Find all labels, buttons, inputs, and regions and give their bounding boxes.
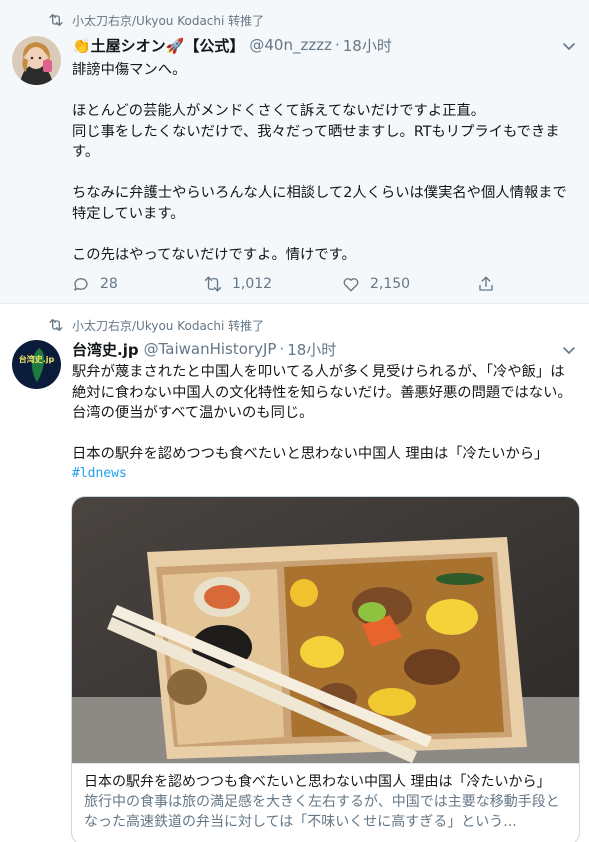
retweet-icon (49, 318, 63, 331)
share-button[interactable] (477, 275, 505, 293)
card-description: 旅行中の食事は旅の満足感を大きく左右するが、中国では主要な移動手段となった高速鉄… (84, 794, 560, 830)
avatar-photo (12, 36, 61, 85)
card-title[interactable]: 日本の駅弁を認めつつも食べたいと思わない中国人 理由は「冷たいから」 (84, 772, 569, 792)
author-display-name[interactable]: 台湾史.jp (72, 339, 139, 360)
tweet-timestamp[interactable]: 18小时 (287, 339, 336, 360)
share-icon (479, 276, 493, 291)
author-handle[interactable]: @TaiwanHistoryJP (144, 340, 277, 358)
separator-dot: · (279, 340, 285, 358)
tweet-timestamp[interactable]: 18小时 (343, 35, 392, 56)
avatar-logo-text: 台湾史.jp (19, 354, 55, 364)
retweet-context-text[interactable]: 小太刀右京/Ukyou Kodachi 转推了 (72, 317, 264, 334)
separator-dot: · (334, 36, 340, 54)
link-card[interactable]: 日本の駅弁を認めつつも食べたいと思わない中国人 理由は「冷たいから」 旅行中の食… (71, 496, 580, 842)
retweet-context-text[interactable]: 小太刀右京/Ukyou Kodachi 转推了 (72, 12, 264, 29)
reply-count: 28 (100, 276, 118, 292)
tweet-2[interactable]: 小太刀右京/Ukyou Kodachi 转推了 台湾史.jp 台湾史.jp @T… (0, 305, 589, 842)
tweet-1[interactable]: 小太刀右京/Ukyou Kodachi 转推了 👏土屋シオン🚀【公式】 @40n… (0, 0, 589, 304)
tweet-header: 👏土屋シオン🚀【公式】 @40n_zzzz · 18小时 (72, 34, 577, 56)
like-count: 2,150 (370, 276, 411, 292)
retweet-button[interactable]: 1,012 (204, 275, 272, 293)
retweet-icon (49, 14, 63, 27)
like-button[interactable]: 2,150 (342, 275, 410, 293)
retweet-count: 1,012 (232, 276, 273, 292)
tweet-header: 台湾史.jp @TaiwanHistoryJP · 18小时 (72, 338, 577, 360)
avatar-logo: 台湾史.jp (12, 340, 61, 389)
card-meta: 日本の駅弁を認めつつも食べたいと思わない中国人 理由は「冷たいから」 旅行中の食… (72, 763, 579, 832)
author-display-name[interactable]: 👏土屋シオン🚀【公式】 (72, 35, 244, 56)
chevron-down-icon[interactable] (561, 342, 577, 358)
heart-icon (343, 278, 359, 292)
reply-icon (74, 278, 88, 291)
chevron-down-icon[interactable] (561, 38, 577, 54)
tweet-text: 駅弁が蔑まされたと中国人を叩いてる人が多く見受けられるが、「冷や飯」は絶対に食わ… (72, 364, 572, 462)
hashtag-link[interactable]: #ldnews (72, 466, 127, 481)
reply-button[interactable]: 28 (72, 275, 118, 293)
retweet-icon (204, 276, 222, 292)
retweet-context: 小太刀右京/Ukyou Kodachi 转推了 (48, 316, 264, 334)
avatar[interactable] (12, 36, 61, 85)
avatar[interactable]: 台湾史.jp (12, 340, 61, 389)
retweet-context: 小太刀右京/Ukyou Kodachi 转推了 (48, 11, 264, 29)
author-handle[interactable]: @40n_zzzz (249, 36, 332, 54)
card-image (72, 497, 579, 763)
tweet-text: 誹謗中傷マンへ。 ほとんどの芸能人がメンドくさくて訴えてないだけですよ正直。 同… (72, 62, 567, 263)
